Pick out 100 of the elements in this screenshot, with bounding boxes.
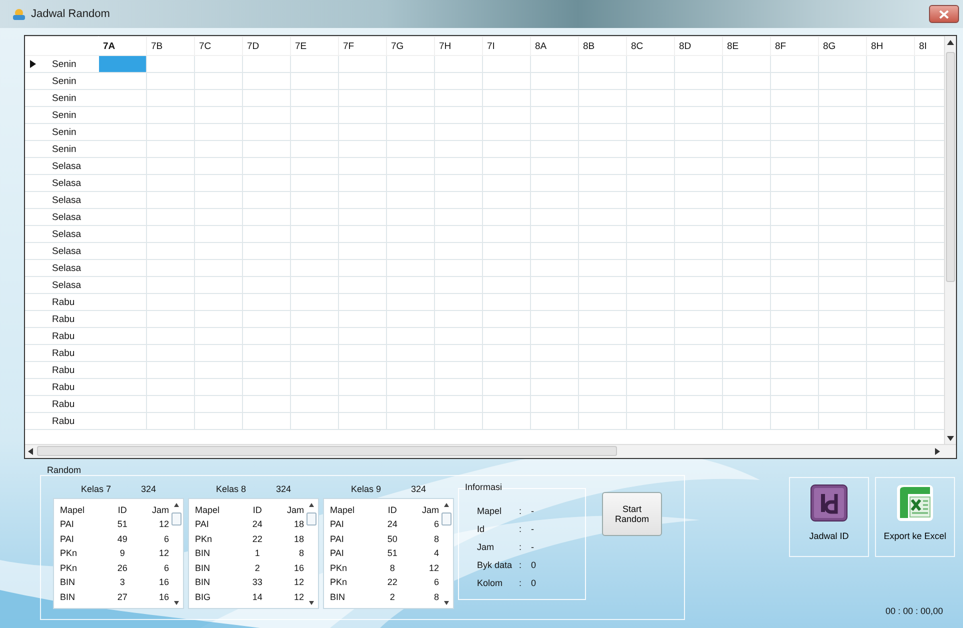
list-cell: 6 <box>164 562 169 572</box>
column-header[interactable]: 7B <box>151 40 163 52</box>
column-header[interactable]: 7C <box>199 40 212 52</box>
selected-cell[interactable] <box>98 56 146 72</box>
list-cell: 16 <box>158 577 169 587</box>
tool-label: Export ke Excel <box>884 530 946 543</box>
document-app-icon <box>810 484 848 522</box>
list-scrollbar[interactable] <box>171 501 182 606</box>
list-cell: PKn <box>195 534 212 544</box>
column-header[interactable]: 8C <box>631 40 644 52</box>
scrollbar-thumb[interactable] <box>946 52 955 282</box>
list-cell: BIN <box>330 592 346 602</box>
column-header[interactable]: 8D <box>679 40 692 52</box>
info-value: - <box>531 505 534 518</box>
info-separator: : <box>519 505 523 518</box>
list-view[interactable]: Mapel ID Jam PAI 24 6 PAI 50 8 PAI 51 4 PKn 8 12 PKn 22 6 BIN 2 8 <box>323 498 454 609</box>
list-column-header[interactable]: ID <box>252 504 262 514</box>
horizontal-scrollbar[interactable] <box>25 444 956 458</box>
column-header[interactable]: 8B <box>583 40 595 52</box>
list-cell: BIN <box>195 562 210 572</box>
column-header[interactable]: 7F <box>343 40 354 52</box>
close-button[interactable] <box>929 5 959 23</box>
column-header[interactable]: 7H <box>439 40 452 52</box>
list-column-header[interactable]: Mapel <box>195 504 220 514</box>
column-header[interactable]: 7D <box>247 40 260 52</box>
list-cell: BIG <box>195 592 211 602</box>
list-cell: 18 <box>294 534 304 544</box>
list-scrollbar[interactable] <box>306 501 317 606</box>
list-cell: BIN <box>60 592 76 602</box>
info-label: Mapel <box>477 505 503 518</box>
info-separator: : <box>519 523 523 536</box>
scroll-up-icon[interactable] <box>947 40 954 45</box>
list-column-header[interactable]: Jam <box>422 504 439 514</box>
column-header[interactable]: 8H <box>871 40 884 52</box>
list-cell: 24 <box>387 519 398 529</box>
list-cell: 24 <box>252 519 262 529</box>
start-random-button[interactable]: Start Random <box>602 492 662 536</box>
info-value: - <box>531 523 534 536</box>
list-cell: BIN <box>195 548 210 558</box>
list-cell: 27 <box>117 592 128 602</box>
list-view[interactable]: Mapel ID Jam PAI 51 12 PAI 49 6 PKn 9 12 PKn 26 6 BIN 3 16 BIN 27 16 <box>53 498 184 609</box>
list-cell: 6 <box>164 534 169 544</box>
list-view[interactable]: Mapel ID Jam PAI 24 18 PKn 22 18 BIN 1 8 BIN 2 16 BIN 33 12 BIG 14 12 <box>188 498 319 609</box>
column-header[interactable]: 7I <box>487 40 495 52</box>
total-count: 324 <box>411 483 426 496</box>
tool-button[interactable]: Export ke Excel <box>875 477 955 557</box>
list-cell: PKn <box>60 562 78 572</box>
list-cell: 50 <box>387 534 398 544</box>
timer-text: 00 : 00 : 00,00 <box>885 604 943 618</box>
list-cell: PKn <box>60 548 78 558</box>
list-column-header[interactable]: ID <box>388 504 397 514</box>
list-cell: 8 <box>390 562 395 572</box>
scroll-down-icon[interactable] <box>947 436 954 441</box>
info-label: Jam <box>477 541 496 554</box>
group-title: Random <box>47 464 82 477</box>
info-separator: : <box>519 559 523 572</box>
scrollbar-thumb[interactable] <box>37 446 617 456</box>
column-header[interactable]: 8F <box>775 40 786 52</box>
list-cell: BIN <box>195 577 210 587</box>
info-separator: : <box>519 541 523 554</box>
list-cell: 6 <box>434 577 439 587</box>
list-cell: 2 <box>390 592 395 602</box>
class-label: Kelas 8 <box>216 483 246 496</box>
list-cell: 12 <box>158 548 169 558</box>
list-cell: 22 <box>252 534 262 544</box>
scroll-right-icon[interactable] <box>935 448 940 455</box>
column-header[interactable]: 8A <box>535 40 547 52</box>
tool-button[interactable]: Jadwal ID <box>789 477 869 557</box>
column-header[interactable]: 7G <box>391 40 404 52</box>
total-count: 324 <box>141 483 156 496</box>
list-cell: 12 <box>158 519 169 529</box>
info-separator: : <box>519 577 523 590</box>
list-cell: 8 <box>434 592 439 602</box>
tool-label: Jadwal ID <box>809 530 849 543</box>
list-column-header[interactable]: Jam <box>152 504 169 514</box>
list-column-header[interactable]: Mapel <box>60 504 85 514</box>
list-column-header[interactable]: Mapel <box>330 504 355 514</box>
list-column-header[interactable]: Jam <box>286 504 304 514</box>
vertical-scrollbar[interactable] <box>944 36 956 445</box>
total-count: 324 <box>276 483 292 496</box>
column-header[interactable]: 8G <box>823 40 836 52</box>
list-cell: PAI <box>60 519 74 529</box>
column-header[interactable]: 8E <box>727 40 739 52</box>
class-label: Kelas 7 <box>81 483 112 496</box>
list-cell: 6 <box>434 519 439 529</box>
list-cell: 1 <box>254 548 260 558</box>
column-header[interactable]: 7A <box>103 40 116 52</box>
list-cell: PAI <box>330 534 344 544</box>
column-header[interactable]: 8I <box>919 40 927 52</box>
scroll-left-icon[interactable] <box>28 448 33 455</box>
column-header[interactable]: 7E <box>295 40 307 52</box>
list-cell: 2 <box>254 562 260 572</box>
list-cell: 51 <box>387 548 398 558</box>
list-column-header[interactable]: ID <box>118 504 127 514</box>
list-cell: 16 <box>158 592 169 602</box>
info-value: - <box>531 541 534 554</box>
info-label: Kolom <box>477 577 504 590</box>
list-cell: 33 <box>252 577 262 587</box>
list-cell: 49 <box>117 534 128 544</box>
list-scrollbar[interactable] <box>441 501 452 606</box>
